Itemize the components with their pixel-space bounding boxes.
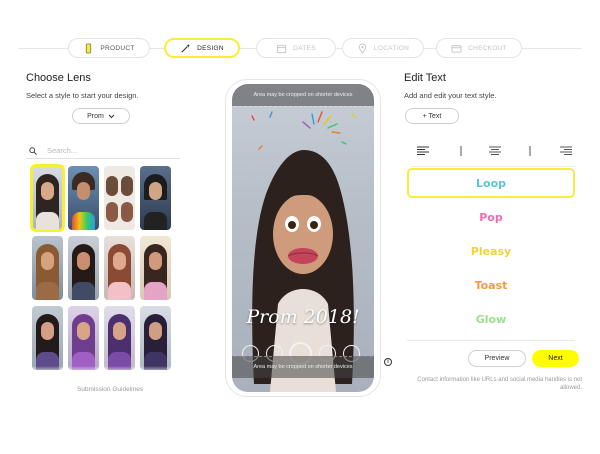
step-dates[interactable]: DATES [256,38,336,58]
lens-grid [30,164,180,374]
lens-thumb[interactable] [32,306,63,370]
divider-icon [529,146,531,156]
edit-text-title: Edit Text [404,72,446,84]
phone-icon [86,43,92,53]
calendar-icon [277,44,287,53]
text-style-label: Toast [474,278,508,292]
lens-thumb[interactable] [140,236,171,300]
preview-screen: Area may be cropped on shorter devices P… [232,84,374,392]
step-product[interactable]: PRODUCT [68,38,150,58]
chevron-down-icon [108,114,115,118]
choose-lens-title: Choose Lens [26,72,91,84]
text-style-label: Loop [476,176,506,190]
lens-thumb[interactable] [104,306,135,370]
add-text-button[interactable]: + Text [405,108,459,124]
crop-warning-bottom: Area may be cropped on shorter devices [232,356,374,378]
divider-icon [460,146,462,156]
align-right-icon[interactable] [560,146,572,156]
search-icon [29,146,37,155]
align-left-icon[interactable] [417,146,429,156]
preview-overlay-text[interactable]: Prom 2018! [232,306,374,328]
lens-category-label: Prom [87,112,104,120]
step-location-label: LOCATION [373,44,410,52]
preview-button[interactable]: Preview [468,350,526,367]
search-input[interactable]: Search... [47,146,77,155]
crop-warning-top: Area may be cropped on shorter devices [232,84,374,106]
text-style-pleasy[interactable]: Pleasy [407,236,575,266]
progress-stepper: PRODUCT DESIGN DATES LOCATION CHECKOUT [18,38,582,58]
lens-thumb[interactable] [68,236,99,300]
submission-guidelines-link[interactable]: Submission Guidelines [26,386,194,393]
lens-thumb[interactable] [140,166,171,230]
align-center-icon[interactable] [489,146,501,156]
lens-search[interactable]: Search... [26,143,180,159]
lens-thumb[interactable] [68,306,99,370]
lens-category-dropdown[interactable]: Prom [72,108,130,124]
step-checkout-label: CHECKOUT [468,44,507,52]
lens-thumb[interactable] [68,166,99,230]
lens-thumb[interactable] [104,166,135,230]
next-button[interactable]: Next [532,350,579,367]
choose-lens-subtitle: Select a style to start your design. [26,91,139,100]
content-policy-note: Contact information like URLs and social… [417,377,582,391]
text-style-label: Pop [479,210,503,224]
lens-thumb[interactable] [104,236,135,300]
info-icon[interactable]: i [384,358,392,366]
text-style-list: Loop Pop Pleasy Toast Glow [407,165,575,340]
step-location[interactable]: LOCATION [342,38,424,58]
edit-text-subtitle: Add and edit your text style. [404,91,497,100]
lens-thumb[interactable] [32,236,63,300]
step-design[interactable]: DESIGN [164,38,240,58]
map-pin-icon [358,43,367,54]
text-style-loop[interactable]: Loop [407,168,575,198]
lens-thumb[interactable] [140,306,171,370]
step-dates-label: DATES [293,44,316,52]
text-style-glow[interactable]: Glow [407,304,575,334]
step-design-label: DESIGN [197,44,224,52]
text-style-label: Glow [475,312,507,326]
credit-card-icon [451,44,462,53]
grid-fade [22,366,198,374]
step-checkout[interactable]: CHECKOUT [436,38,522,58]
text-style-label: Pleasy [470,244,512,258]
step-product-label: PRODUCT [100,44,135,52]
magic-wand-icon [181,43,191,53]
crop-line-top [234,106,372,107]
text-alignment-toolbar [411,144,576,167]
right-panel-divider [407,340,575,341]
lens-thumb[interactable] [30,164,65,232]
text-style-pop[interactable]: Pop [407,202,575,232]
text-style-toast[interactable]: Toast [407,270,575,300]
